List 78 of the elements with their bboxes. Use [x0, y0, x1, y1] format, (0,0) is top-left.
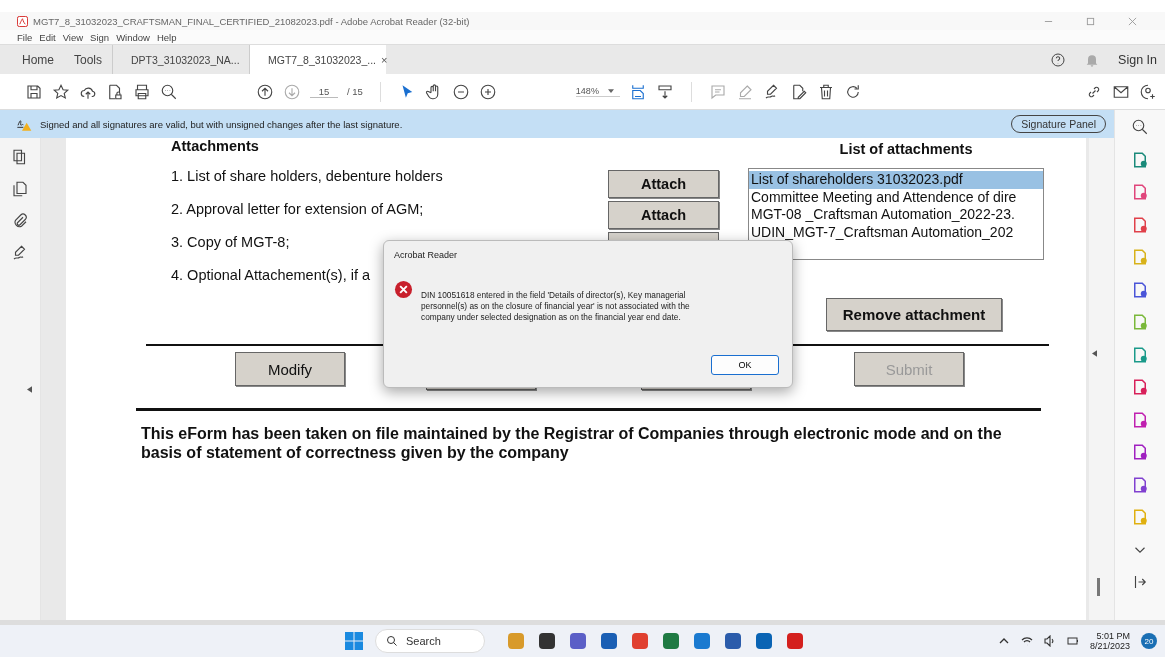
- tool-icon[interactable]: [1131, 443, 1149, 461]
- error-icon: [394, 280, 413, 299]
- paperclip-icon[interactable]: [11, 212, 29, 230]
- tool-icon[interactable]: [1131, 345, 1149, 364]
- tool-icon[interactable]: [1131, 183, 1149, 201]
- tool-icon[interactable]: [1131, 150, 1149, 169]
- attachment-label: 2. Approval letter for extension of AGM;: [171, 201, 424, 217]
- attachment-list-item[interactable]: MGT-08 _Craftsman Automation_2022-23.: [749, 206, 1043, 224]
- collapse-arrow-icon[interactable]: [26, 386, 32, 393]
- sign-in-button[interactable]: Sign In: [1118, 52, 1157, 67]
- tool-icon[interactable]: [1131, 410, 1149, 429]
- menu-item[interactable]: Edit: [39, 31, 56, 43]
- nav-tab[interactable]: Tools: [64, 45, 113, 74]
- zoom-dropdown[interactable]: 148%: [575, 86, 620, 97]
- help-icon[interactable]: [1050, 51, 1067, 68]
- attachment-label: 1. List of share holders, debenture holders: [171, 168, 443, 184]
- tool-icon[interactable]: [1131, 475, 1149, 494]
- attach-button[interactable]: Attach: [608, 201, 719, 229]
- scrollbar-thumb[interactable]: [1097, 578, 1100, 596]
- zoom-icon[interactable]: [1131, 118, 1149, 136]
- dialog-message: DIN 10051618 entered in the field 'Details of director(s), Key managerial personnel(s) as on the closure of financial year' is not associated with the company under selected designation as on the financial year end date.: [421, 289, 691, 324]
- taskbar-app-icon[interactable]: [537, 631, 557, 651]
- zoom-in-icon[interactable]: [478, 82, 497, 101]
- collapse-arrow-icon[interactable]: [1092, 350, 1097, 357]
- document-tab[interactable]: MGT7_8_31032023_... ×: [249, 45, 387, 74]
- file-lock-icon[interactable]: [106, 82, 124, 101]
- tool-icon[interactable]: [1131, 280, 1149, 299]
- notification-badge[interactable]: 20: [1141, 633, 1157, 649]
- page-total: / 15: [347, 86, 363, 97]
- page-up-icon[interactable]: [256, 82, 274, 101]
- attachment-label: 4. Optional Attachement(s), if a: [171, 267, 371, 283]
- attach-button[interactable]: Attach: [608, 170, 719, 198]
- remove-attachment-button[interactable]: Remove attachment: [826, 298, 1002, 331]
- taskbar-app-icon[interactable]: [599, 631, 619, 651]
- zoom-out-icon[interactable]: [451, 82, 470, 101]
- menu-item[interactable]: File: [17, 31, 33, 43]
- attachment-label: 3. Copy of MGT-8;: [171, 234, 290, 250]
- form-button[interactable]: [608, 232, 719, 240]
- taskbar-app-icon[interactable]: [723, 631, 743, 651]
- copy-icon[interactable]: [11, 180, 29, 198]
- menu-item[interactable]: Help: [156, 31, 177, 43]
- attachment-list-item[interactable]: Committee Meeting and Attendence of dire: [749, 188, 1043, 206]
- search-icon: [386, 635, 398, 647]
- taskbar-app-icon[interactable]: [568, 631, 588, 651]
- menu-item[interactable]: Sign: [90, 31, 110, 43]
- speaker-icon[interactable]: [1043, 635, 1056, 647]
- list-heading: List of attachments: [838, 140, 974, 159]
- pdf-app-icon: [17, 15, 28, 27]
- footer-statement: This eForm has been taken on file maintained by the Registrar of Companies through electronic mode and on the basis of statement of correctness given by the company: [141, 424, 1003, 462]
- account-icon[interactable]: [1139, 82, 1157, 101]
- dialog-title: Acrobat Reader: [393, 249, 459, 262]
- tool-icon[interactable]: [1131, 215, 1149, 234]
- menu-item[interactable]: Window: [116, 31, 150, 43]
- zoom-icon[interactable]: [160, 82, 178, 101]
- attachment-list-item[interactable]: UDIN_MGT-7_Craftsman Automation_202: [749, 223, 1043, 241]
- clock-time[interactable]: 5:01 PM: [1096, 631, 1130, 641]
- modify-button[interactable]: Modify: [235, 352, 345, 386]
- ok-button[interactable]: OK: [711, 355, 779, 375]
- taskbar-app-icon[interactable]: [754, 631, 774, 651]
- star-icon[interactable]: [52, 82, 70, 101]
- taskbar-search-field[interactable]: Search: [375, 629, 485, 653]
- tool-icon[interactable]: [1131, 378, 1149, 396]
- nav-tab[interactable]: Home: [12, 45, 64, 74]
- maximize-icon[interactable]: [1086, 16, 1095, 26]
- battery-icon[interactable]: [1066, 635, 1079, 647]
- scroll-mode-icon[interactable]: [655, 82, 674, 101]
- print-icon[interactable]: [133, 82, 151, 101]
- signature-status-message: Signed and all signatures are valid, but with unsigned changes after the last signature.: [40, 118, 403, 130]
- save-icon[interactable]: [25, 82, 43, 101]
- section-heading: Attachments: [171, 138, 259, 154]
- window-title: MGT7_8_31032023_CRAFTSMAN_FINAL_CERTIFIED_21082023.pdf - Adobe Acrobat Reader (32-bit): [33, 15, 470, 27]
- clock-date[interactable]: 8/21/2023: [1089, 641, 1130, 651]
- caret-icon[interactable]: [607, 89, 614, 93]
- windows-start-icon[interactable]: [344, 631, 364, 651]
- menu-item[interactable]: View: [62, 31, 84, 43]
- page-number-field[interactable]: 15: [310, 85, 338, 98]
- taskbar-app-icon[interactable]: [661, 631, 681, 651]
- attachment-list-item[interactable]: List of shareholders 31032023.pdf: [749, 171, 1043, 189]
